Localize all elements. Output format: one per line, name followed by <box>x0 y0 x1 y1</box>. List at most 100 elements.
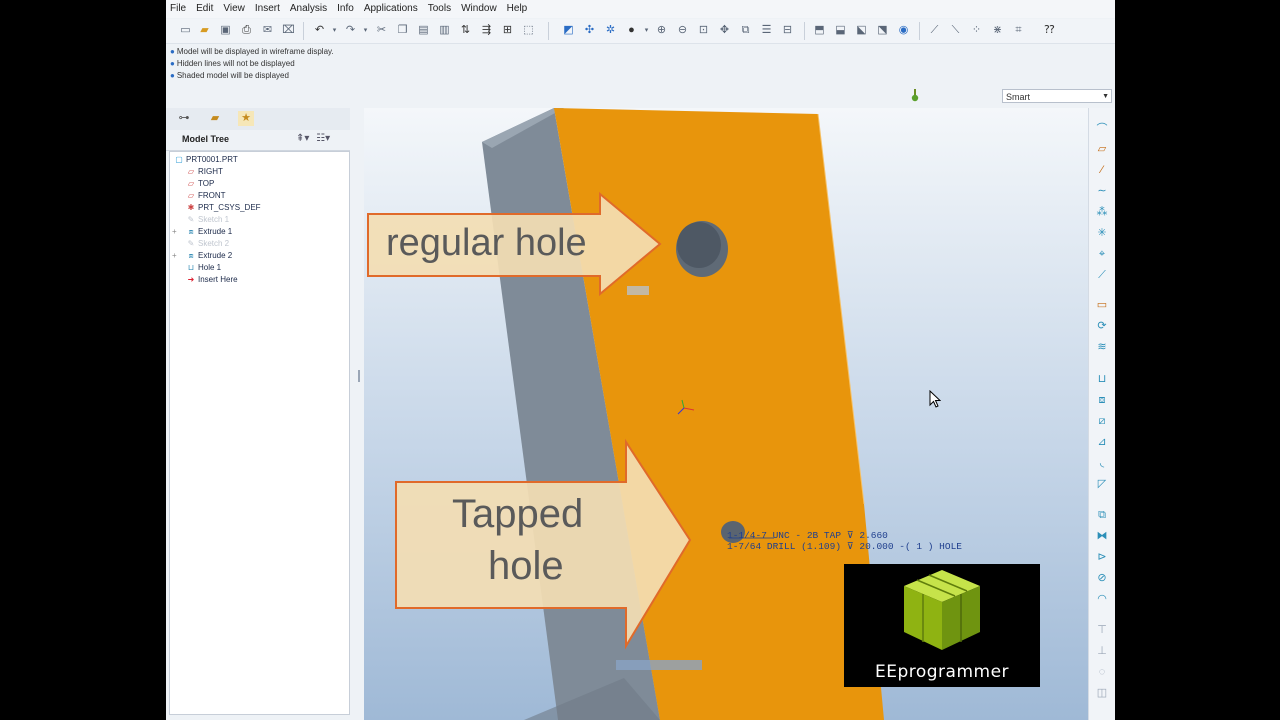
wireframe-icon[interactable]: ⬒ <box>812 23 827 38</box>
draft-tool-icon[interactable]: ⊿ <box>1095 435 1109 449</box>
saved-views-icon[interactable]: ⧉ <box>738 23 753 38</box>
print-icon[interactable]: ⎙ <box>239 23 254 38</box>
menu-file[interactable]: File <box>166 0 192 18</box>
menu-tools[interactable]: Tools <box>424 0 457 18</box>
datum-points-icon[interactable]: ⁘ <box>969 23 984 38</box>
menu-window[interactable]: Window <box>457 0 503 18</box>
repaint-icon[interactable]: ◩ <box>561 23 576 38</box>
copy-tool-icon[interactable]: ⧉ <box>1095 508 1109 522</box>
datum-plane-tool-icon[interactable]: ▱ <box>1095 142 1109 156</box>
settings-menu-icon[interactable]: ☷▾ <box>316 133 330 144</box>
tree-item[interactable]: ▱ FRONT <box>186 190 226 202</box>
analysis-tool-icon[interactable]: ⌖ <box>1095 247 1109 261</box>
style-tool-icon[interactable]: ◌ <box>1095 665 1109 679</box>
tree-item[interactable]: ✎ Sketch 2 <box>186 238 230 250</box>
show-menu-icon[interactable]: ⇞▾ <box>296 133 309 144</box>
reorient-icon[interactable]: ✥ <box>717 23 732 38</box>
menu-edit[interactable]: Edit <box>192 0 219 18</box>
save-icon[interactable]: ▣ <box>218 23 233 38</box>
no-hidden-icon[interactable]: ⬕ <box>854 23 869 38</box>
datum-point-tool-icon[interactable]: ⁂ <box>1095 205 1109 219</box>
rib-tool-icon[interactable]: ⧄ <box>1095 414 1109 428</box>
status-light-icon[interactable] <box>911 89 919 103</box>
menu-help[interactable]: Help <box>503 0 534 18</box>
splitter-grip[interactable] <box>358 370 360 382</box>
tree-item[interactable]: ➜ Insert Here <box>186 274 238 286</box>
round-tool-icon[interactable]: ◟ <box>1095 456 1109 470</box>
cut-icon[interactable]: ✂ <box>374 23 389 38</box>
menu-applications[interactable]: Applications <box>360 0 424 18</box>
revolve-tool-icon[interactable]: ⟳ <box>1095 319 1109 333</box>
model-tree-tab-icon[interactable]: ⊶ <box>176 111 192 126</box>
hole-tool-icon[interactable]: ⊔ <box>1095 372 1109 386</box>
tree-item[interactable]: + ⧈ Extrude 1 <box>172 226 232 238</box>
tree-item[interactable]: + ⧈ Extrude 2 <box>172 250 232 262</box>
context-help-icon[interactable]: ⁇ <box>1042 23 1057 38</box>
trim-tool-icon[interactable]: ⊘ <box>1095 571 1109 585</box>
folder-browser-tab-icon[interactable]: ▰ <box>207 111 223 126</box>
tree-item[interactable]: ⊔ Hole 1 <box>186 262 221 274</box>
undo-icon[interactable]: ↶ <box>312 23 327 38</box>
datum-more-tool-icon[interactable]: ⟋ <box>1095 268 1109 282</box>
new-file-icon[interactable]: ▭ <box>178 23 193 38</box>
datum-curve-tool-icon[interactable]: ∼ <box>1095 184 1109 198</box>
appearance-dropdown-icon[interactable]: ▾ <box>639 23 654 38</box>
merge-tool-icon[interactable]: ⊳ <box>1095 550 1109 564</box>
shading-icon[interactable]: ⬔ <box>875 23 890 38</box>
paste-special-icon[interactable]: ▥ <box>437 23 452 38</box>
menu-info[interactable]: Info <box>333 0 360 18</box>
appearance-gallery-icon[interactable]: ● <box>624 23 639 38</box>
menu-view[interactable]: View <box>219 0 251 18</box>
zoom-in-icon[interactable]: ⊕ <box>654 23 669 38</box>
select-box-icon[interactable]: ⬚ <box>521 23 536 38</box>
email-link-icon[interactable]: ⌧ <box>281 23 296 38</box>
chamfer-tool-icon[interactable]: ◸ <box>1095 477 1109 491</box>
annotation-display-icon[interactable]: ⌗ <box>1011 23 1026 38</box>
redo-icon[interactable]: ↷ <box>343 23 358 38</box>
sketch-tool-icon[interactable]: ⌒ <box>1095 122 1109 136</box>
datum-axes-icon[interactable]: ⟍ <box>948 23 963 38</box>
sweep-tool-icon[interactable]: ≋ <box>1095 340 1109 354</box>
favorites-tab-icon[interactable]: ★ <box>238 111 254 126</box>
expand-icon[interactable]: + <box>172 250 177 262</box>
tree-item[interactable]: ▱ TOP <box>186 178 214 190</box>
coordinate-systems-icon[interactable]: ⋇ <box>990 23 1005 38</box>
datum-planes-icon[interactable]: ⟋ <box>927 23 942 38</box>
selection-filter-dropdown[interactable]: Smart ▼ <box>1002 89 1112 103</box>
refit-icon[interactable]: ⊡ <box>696 23 711 38</box>
solidify-tool-icon[interactable]: ⊥ <box>1095 644 1109 658</box>
copy-icon[interactable]: ❐ <box>395 23 410 38</box>
tree-item[interactable]: ▢ PRT0001.PRT <box>174 154 238 166</box>
warp-tool-icon[interactable]: ◫ <box>1095 686 1109 700</box>
email-icon[interactable]: ✉ <box>260 23 275 38</box>
csys-tool-icon[interactable]: ✳ <box>1095 226 1109 240</box>
spin-center-icon[interactable]: ✣ <box>582 23 597 38</box>
enhanced-realism-icon[interactable]: ◉ <box>896 23 911 38</box>
hole-annotation[interactable]: 1-1/4-7 UNC - 2B TAP ⊽ 2.660 1-7/64 DRIL… <box>727 530 962 552</box>
zoom-out-icon[interactable]: ⊖ <box>675 23 690 38</box>
regen-manager-icon[interactable]: ⇶ <box>479 23 494 38</box>
menu-insert[interactable]: Insert <box>251 0 286 18</box>
orient-mode-icon[interactable]: ✲ <box>603 23 618 38</box>
open-folder-icon[interactable]: ▰ <box>197 23 212 38</box>
layers-icon[interactable]: ☰ <box>759 23 774 38</box>
expand-icon[interactable]: + <box>172 226 177 238</box>
regenerate-icon[interactable]: ⇅ <box>458 23 473 38</box>
hidden-line-icon[interactable]: ⬓ <box>833 23 848 38</box>
undo-dropdown-icon[interactable]: ▾ <box>327 23 342 38</box>
tree-item[interactable]: ✱ PRT_CSYS_DEF <box>186 202 261 214</box>
redo-dropdown-icon[interactable]: ▾ <box>358 23 373 38</box>
tree-item[interactable]: ✎ Sketch 1 <box>186 214 230 226</box>
view-manager-icon[interactable]: ⊟ <box>780 23 795 38</box>
offset-tool-icon[interactable]: ◠ <box>1095 592 1109 606</box>
tree-item[interactable]: ▱ RIGHT <box>186 166 223 178</box>
mirror-tool-icon[interactable]: ⧓ <box>1095 529 1109 543</box>
paste-icon[interactable]: ▤ <box>416 23 431 38</box>
find-icon[interactable]: ⊞ <box>500 23 515 38</box>
extrude-tool-icon[interactable]: ▭ <box>1095 298 1109 312</box>
panel-splitter[interactable] <box>354 108 364 720</box>
menu-analysis[interactable]: Analysis <box>286 0 333 18</box>
shell-tool-icon[interactable]: ⧈ <box>1095 393 1109 407</box>
thicken-tool-icon[interactable]: ⊤ <box>1095 623 1109 637</box>
datum-axis-tool-icon[interactable]: ⁄ <box>1095 163 1109 177</box>
